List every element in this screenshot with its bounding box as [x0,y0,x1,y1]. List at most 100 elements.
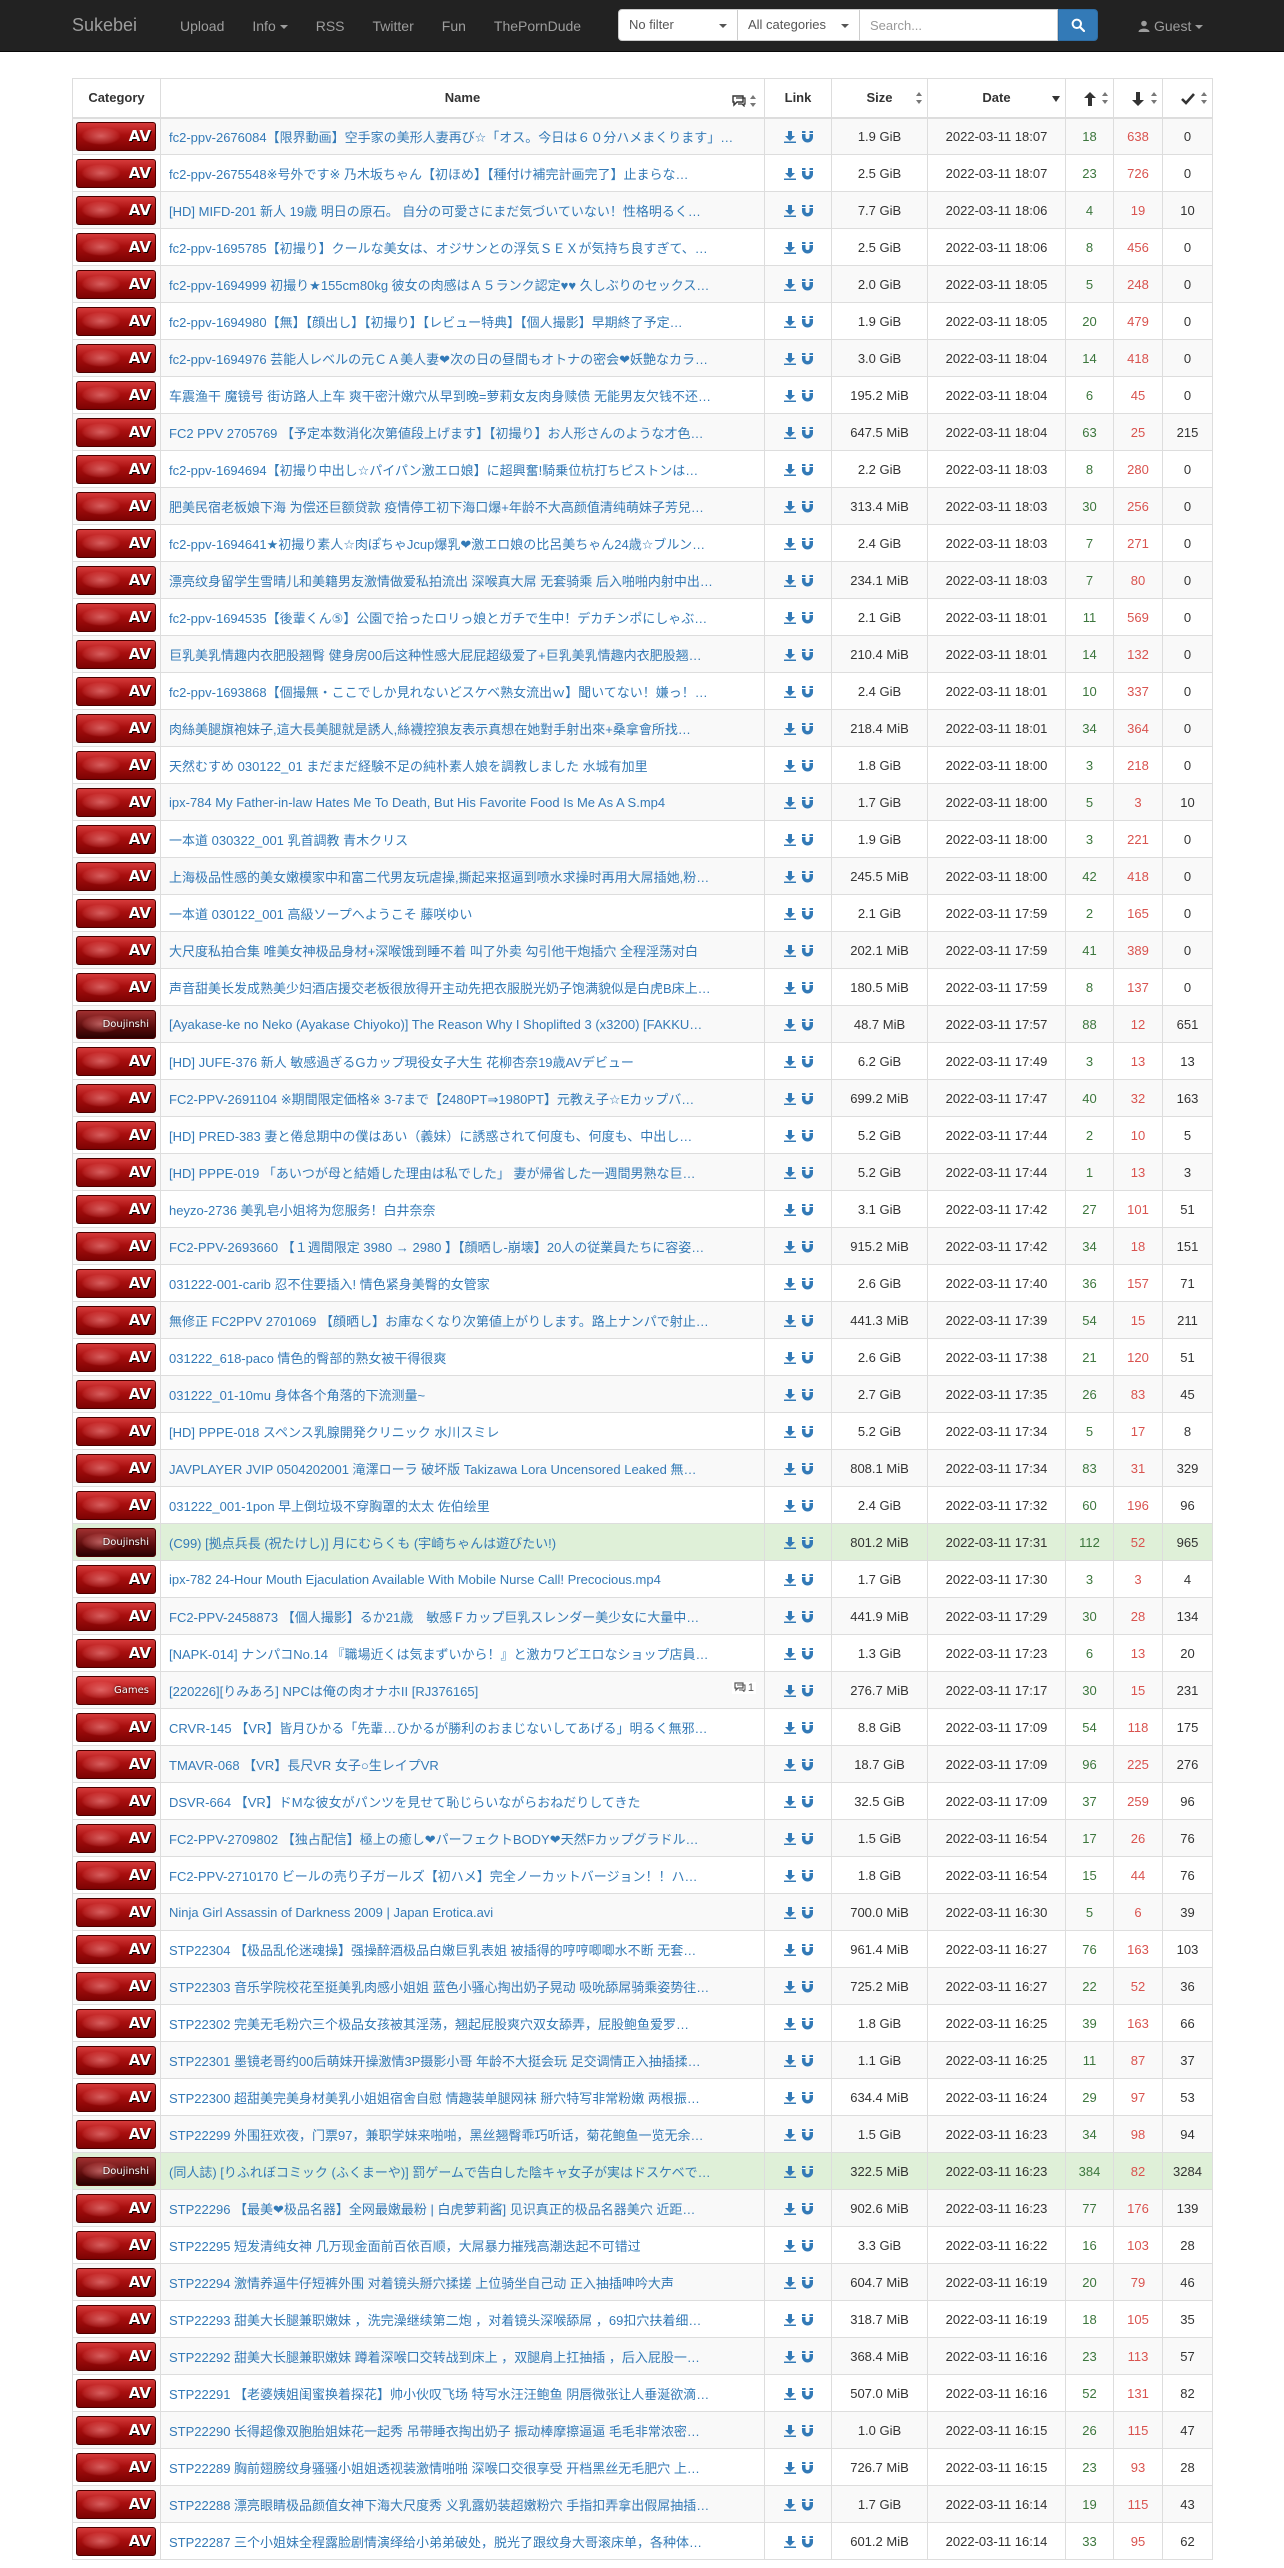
category-badge[interactable]: AV [76,454,156,484]
magnet-icon[interactable] [801,1204,813,1216]
category-badge[interactable]: AV [76,713,156,743]
magnet-icon[interactable] [801,1500,813,1512]
magnet-icon[interactable] [801,575,813,587]
download-icon[interactable] [783,427,796,440]
nav-info[interactable]: Info [238,0,301,52]
search-input[interactable] [860,9,1058,41]
torrent-title-link[interactable]: ipx-784 My Father-in-law Hates Me To Dea… [169,795,756,810]
category-select[interactable]: All categories [738,9,860,41]
download-icon[interactable] [783,1944,796,1957]
magnet-icon[interactable] [801,649,813,661]
category-badge[interactable]: AV [76,861,156,891]
torrent-title-link[interactable]: FC2-PPV-2458873 【個人撮影】るか21歳 敏感Ｆカップ巨乳スレンダ… [169,1607,756,1626]
category-badge[interactable]: AV [76,750,156,780]
download-icon[interactable] [783,1574,796,1587]
torrent-title-link[interactable]: STP22296 【最美❤极品名器】全网最嫩最粉 | 白虎萝莉酱] 见识真正的极… [169,2199,756,2218]
magnet-icon[interactable] [801,1796,813,1808]
magnet-icon[interactable] [801,131,813,143]
torrent-title-link[interactable]: Ninja Girl Assassin of Darkness 2009 | J… [169,1905,756,1920]
download-icon[interactable] [783,2166,796,2179]
magnet-icon[interactable] [801,2129,813,2141]
download-icon[interactable] [783,390,796,403]
download-icon[interactable] [783,1389,796,1402]
download-icon[interactable] [783,168,796,181]
category-badge[interactable]: AV [76,1342,156,1372]
download-icon[interactable] [783,945,796,958]
magnet-icon[interactable] [801,205,813,217]
magnet-icon[interactable] [801,871,813,883]
filter-select[interactable]: No filter [618,9,738,41]
torrent-title-link[interactable]: ipx-782 24-Hour Mouth Ejaculation Availa… [169,1572,756,1587]
torrent-title-link[interactable]: fc2-ppv-1694535【後輩くん⑤】公園で拾ったロリっ娘とガチで生中！デ… [169,608,756,627]
download-icon[interactable] [783,2092,796,2105]
magnet-icon[interactable] [801,316,813,328]
download-icon[interactable] [783,1352,796,1365]
download-icon[interactable] [783,1870,796,1883]
magnet-icon[interactable] [801,1167,813,1179]
magnet-icon[interactable] [801,279,813,291]
magnet-icon[interactable] [801,2388,813,2400]
torrent-title-link[interactable]: STP22293 甜美大长腿兼职嫩妹 ，洗完澡继续第二炮 ，对着镜头深喉舔屌 ，… [169,2310,756,2329]
magnet-icon[interactable] [801,168,813,180]
torrent-title-link[interactable]: fc2-ppv-2675548※号外です※ 乃木坂ちゃん【初ほめ】【種付け補完計… [169,164,756,183]
torrent-title-link[interactable]: fc2-ppv-1694976 芸能人レベルの元ＣＡ美人妻❤次の日の昼間もオトナ… [169,349,756,368]
magnet-icon[interactable] [801,1870,813,1882]
brand-logo[interactable]: Sukebei [72,15,137,36]
category-badge[interactable]: AV [76,602,156,632]
download-icon[interactable] [783,205,796,218]
download-icon[interactable] [783,2240,796,2253]
torrent-title-link[interactable]: DSVR-664 【VR】ドMな彼女がパンツを見せて恥じらいながらおねだりしてき… [169,1792,756,1811]
torrent-title-link[interactable]: STP22287 三个小姐妹全程露脸剧情演绎给小弟弟破处，脱光了跟纹身大哥滚床单… [169,2532,756,2551]
torrent-title-link[interactable]: TMAVR-068 【VR】長尺VR 女子○生レイプVR [169,1755,756,1774]
magnet-icon[interactable] [801,686,813,698]
download-icon[interactable] [783,871,796,884]
download-icon[interactable] [783,1537,796,1550]
torrent-title-link[interactable]: 肥美民宿老板娘下海 为偿还巨额贷款 疫情停工初下海口爆+年龄不大高颜值清纯萌妹子… [169,497,756,516]
download-icon[interactable] [783,2425,796,2438]
download-icon[interactable] [783,2203,796,2216]
torrent-title-link[interactable]: STP22291 【老婆姨姐闺蜜换着探花】帅小伙叹飞场 特写水汪汪鲍鱼 阴唇微张… [169,2384,756,2403]
download-icon[interactable] [783,538,796,551]
category-badge[interactable]: AV [76,1490,156,1520]
header-leechers[interactable] [1113,78,1163,119]
download-icon[interactable] [783,1796,796,1809]
category-badge[interactable]: AV [76,380,156,410]
download-icon[interactable] [783,1278,796,1291]
category-badge[interactable]: AV [76,2415,156,2445]
magnet-icon[interactable] [801,2018,813,2030]
header-size[interactable]: Size [831,78,928,119]
magnet-icon[interactable] [801,1685,813,1697]
magnet-icon[interactable] [801,2092,813,2104]
category-badge[interactable]: AV [76,898,156,928]
torrent-title-link[interactable]: 车震渔干 魔镜号 街访路人上车 爽干密汁嫩穴从早到晚=萝莉女友肉身赎债 无能男友… [169,386,756,405]
category-badge[interactable]: AV [76,1083,156,1113]
header-seeders[interactable] [1065,78,1114,119]
header-name[interactable]: Name [160,78,765,119]
torrent-title-link[interactable]: FC2-PPV-2709802 【独占配信】極上の癒し❤パーフェクトBODY❤天… [169,1829,756,1848]
category-badge[interactable]: AV [76,787,156,817]
download-icon[interactable] [783,2351,796,2364]
download-icon[interactable] [783,242,796,255]
download-icon[interactable] [783,1167,796,1180]
torrent-title-link[interactable]: 肉絲美腿旗袍妹子,這大長美腿就是誘人,絲襪控狼友表示真想在她對手射出來+桑拿會所… [169,719,756,738]
magnet-icon[interactable] [801,390,813,402]
download-icon[interactable] [783,1056,796,1069]
category-badge[interactable]: AV [76,158,156,188]
download-icon[interactable] [783,1722,796,1735]
magnet-icon[interactable] [801,982,813,994]
magnet-icon[interactable] [801,1944,813,1956]
torrent-title-link[interactable]: STP22295 短发清纯女神 几万现金面前百依百顺，大屌暴力摧残高潮迭起不可错… [169,2236,756,2255]
category-badge[interactable]: AV [76,1046,156,1076]
download-icon[interactable] [783,2314,796,2327]
download-icon[interactable] [783,2499,796,2512]
download-icon[interactable] [783,1500,796,1513]
category-badge[interactable]: AV [76,1157,156,1187]
torrent-title-link[interactable]: fc2-ppv-2676084【限界動画】空手家の美形人妻再び☆「オス。今日は６… [169,127,756,146]
magnet-icon[interactable] [801,1389,813,1401]
download-icon[interactable] [783,1833,796,1846]
torrent-title-link[interactable]: 031222_01-10mu 身体各个角落的下流测量~ [169,1385,756,1404]
torrent-title-link[interactable]: JAVPLAYER JVIP 0504202001 滝澤ローラ 破坏版 Taki… [169,1459,756,1478]
category-badge[interactable]: AV [76,972,156,1002]
download-icon[interactable] [783,908,796,921]
magnet-icon[interactable] [801,1426,813,1438]
